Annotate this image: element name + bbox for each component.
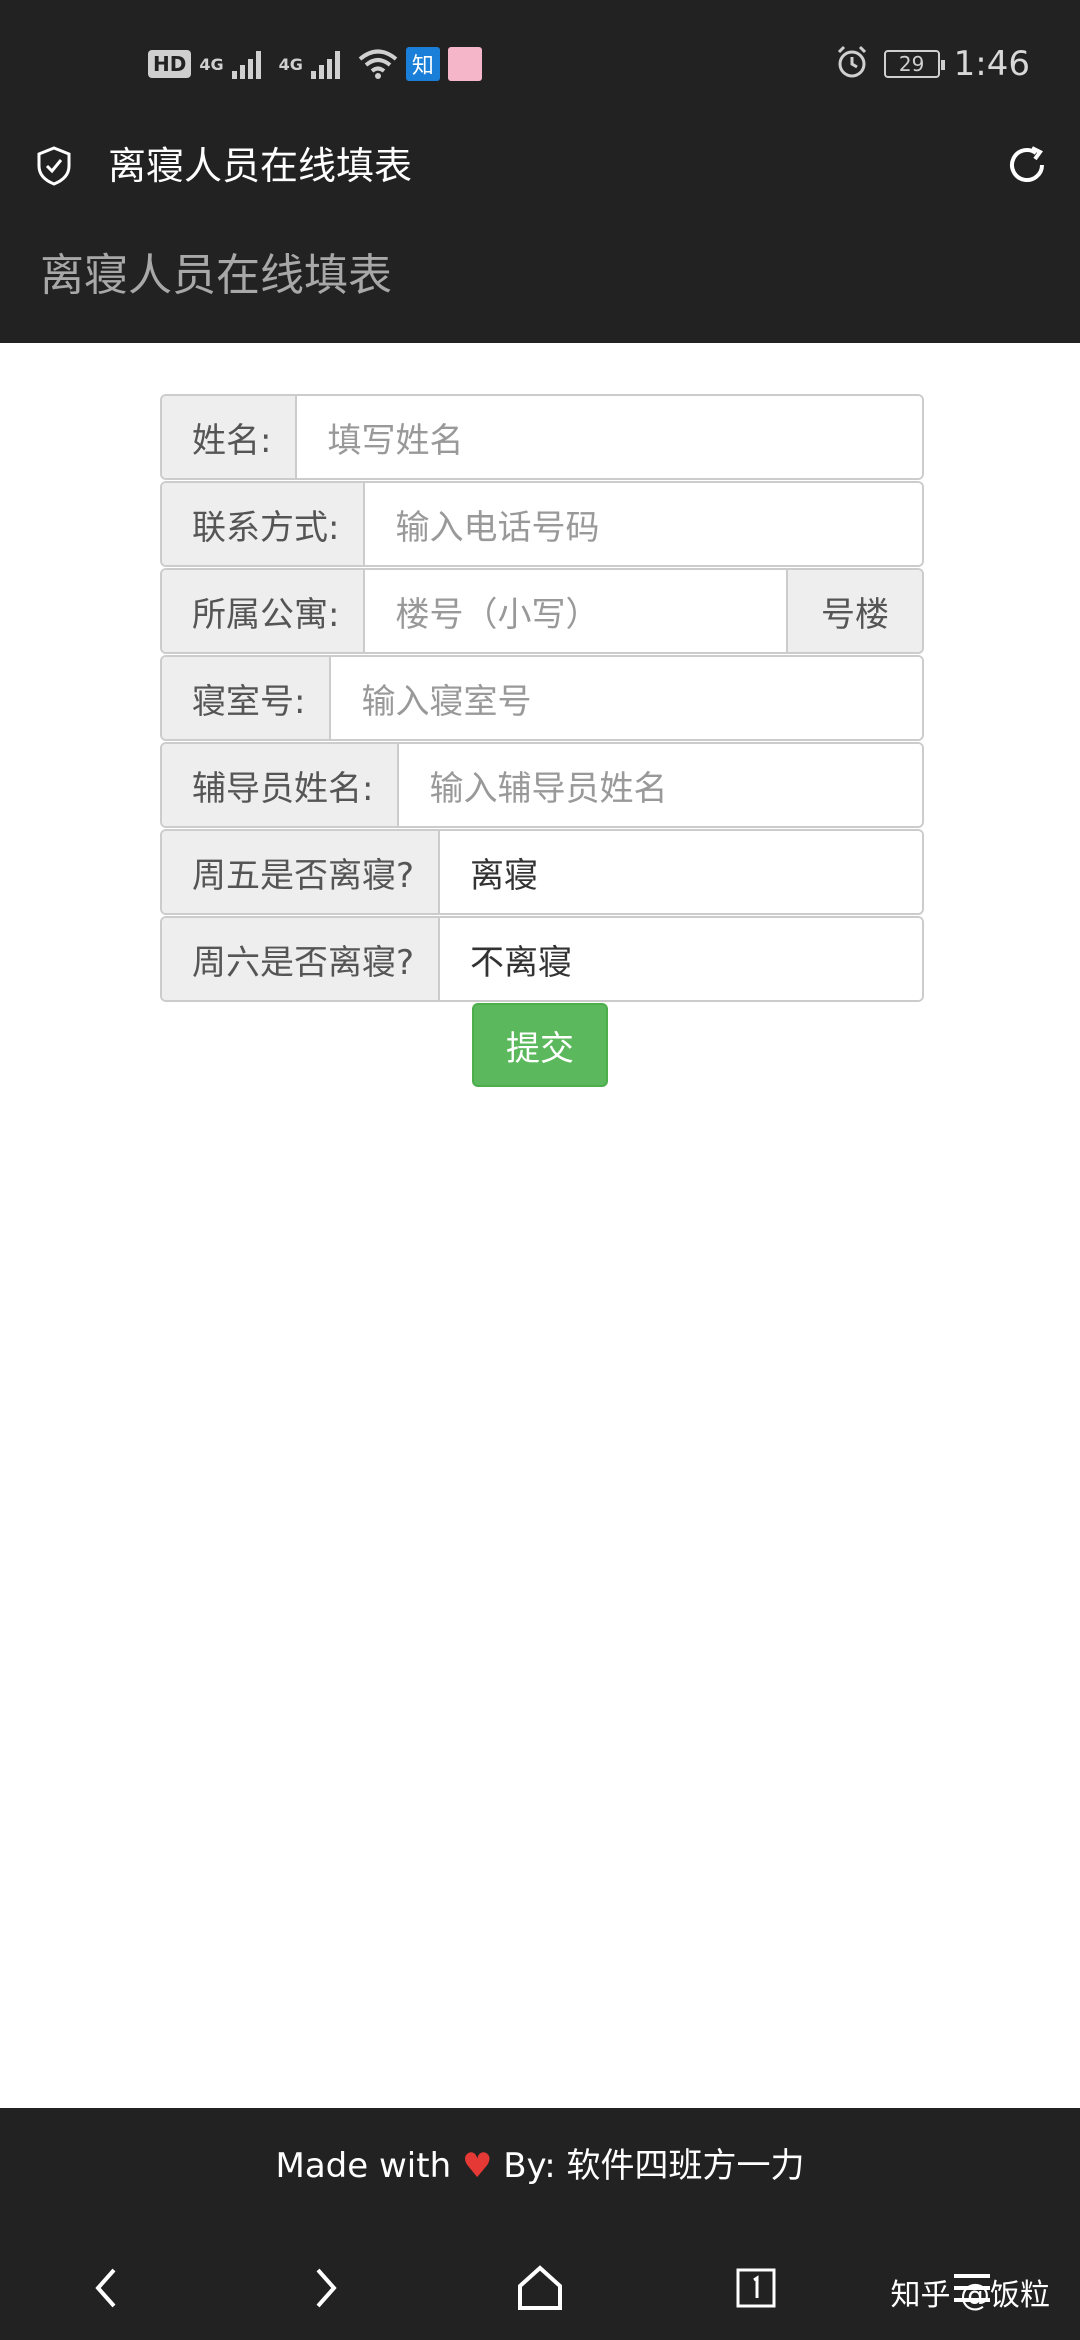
building-input[interactable]: 楼号（小写） bbox=[365, 570, 786, 652]
saturday-row: 周六是否离寝? 不离寝 bbox=[160, 916, 924, 1002]
friday-row: 周五是否离寝? 离寝 bbox=[160, 829, 924, 915]
status-right: 29 1:46 bbox=[834, 42, 1030, 86]
friday-select[interactable]: 离寝 bbox=[440, 831, 922, 913]
building-suffix: 号楼 bbox=[786, 570, 922, 652]
saturday-label: 周六是否离寝? bbox=[162, 918, 441, 1000]
apartment-row: 所属公寓: 楼号（小写） 号楼 bbox=[160, 568, 924, 654]
refresh-icon[interactable] bbox=[1002, 140, 1052, 190]
battery-icon: 29 bbox=[883, 50, 945, 78]
app-notification-icon bbox=[447, 47, 482, 81]
counselor-label: 辅导员姓名: bbox=[162, 744, 400, 826]
room-input[interactable]: 输入寝室号 bbox=[331, 657, 922, 739]
tabs-icon[interactable] bbox=[726, 2258, 786, 2318]
author-text: By: 软件四班方一力 bbox=[503, 2146, 805, 2186]
room-row: 寝室号: 输入寝室号 bbox=[160, 655, 924, 741]
contact-label: 联系方式: bbox=[162, 483, 366, 565]
submit-button[interactable]: 提交 bbox=[472, 1003, 608, 1087]
heart-icon: ♥ bbox=[461, 2146, 493, 2186]
name-input[interactable]: 填写姓名 bbox=[297, 396, 922, 478]
wifi-icon bbox=[358, 48, 398, 80]
friday-label: 周五是否离寝? bbox=[162, 831, 441, 913]
phone-input[interactable]: 输入电话号码 bbox=[365, 483, 922, 565]
zhihu-app-icon: 知 bbox=[405, 47, 440, 81]
hd-badge: HD bbox=[148, 50, 192, 78]
shield-check-icon bbox=[36, 146, 72, 186]
name-row: 姓名: 填写姓名 bbox=[160, 394, 924, 480]
back-icon[interactable] bbox=[78, 2258, 138, 2318]
contact-row: 联系方式: 输入电话号码 bbox=[160, 481, 924, 567]
page-title: 离寝人员在线填表 bbox=[40, 250, 392, 301]
top-header: HD 4G 4G 知 29 1:46 离寝人员在线填表 离寝人员在线填表 bbox=[0, 0, 1080, 343]
name-label: 姓名: bbox=[162, 396, 298, 478]
footer-credit: Made with ♥ By: 软件四班方一力 bbox=[0, 2144, 1080, 2188]
clock: 1:46 bbox=[953, 44, 1030, 84]
leave-form: 姓名: 填写姓名 联系方式: 输入电话号码 所属公寓: 楼号（小写） 号楼 寝室… bbox=[160, 394, 924, 1003]
sim2-label: 4G bbox=[278, 54, 303, 74]
made-with-text: Made with bbox=[275, 2146, 452, 2186]
sim1-label: 4G bbox=[199, 54, 224, 74]
room-label: 寝室号: bbox=[162, 657, 332, 739]
signal-icon bbox=[310, 49, 340, 79]
counselor-row: 辅导员姓名: 输入辅导员姓名 bbox=[160, 742, 924, 828]
signal-icon bbox=[231, 49, 261, 79]
saturday-select[interactable]: 不离寝 bbox=[440, 918, 922, 1000]
app-bar: 离寝人员在线填表 bbox=[0, 132, 1080, 232]
submit-wrap: 提交 bbox=[472, 1003, 608, 1087]
alarm-icon bbox=[834, 44, 870, 84]
counselor-input[interactable]: 输入辅导员姓名 bbox=[399, 744, 922, 826]
status-left: HD 4G 4G 知 bbox=[148, 44, 482, 84]
home-icon[interactable] bbox=[510, 2258, 570, 2318]
watermark: 知乎 @饭粒 bbox=[890, 2278, 1050, 2313]
status-bar: HD 4G 4G 知 29 1:46 bbox=[0, 0, 1080, 132]
apartment-label: 所属公寓: bbox=[162, 570, 366, 652]
forward-icon[interactable] bbox=[294, 2258, 354, 2318]
app-title: 离寝人员在线填表 bbox=[108, 144, 413, 188]
